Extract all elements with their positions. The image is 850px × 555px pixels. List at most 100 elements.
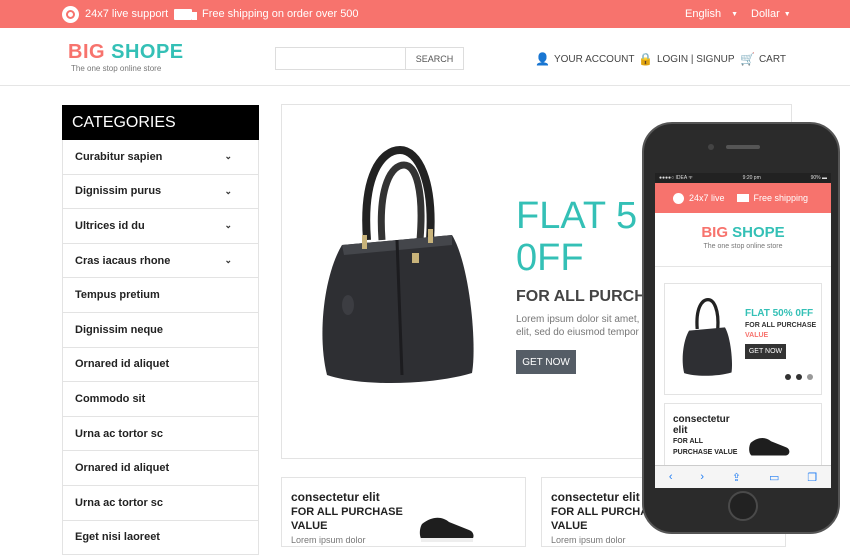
category-item[interactable]: Ornared id aliquet bbox=[62, 347, 259, 383]
phone-screen: ●●●●○ IDEA ᯤ 9:20 pm 90% ▬ 24x7 live Fre… bbox=[655, 173, 831, 488]
phone-mockup: ●●●●○ IDEA ᯤ 9:20 pm 90% ▬ 24x7 live Fre… bbox=[642, 122, 840, 534]
card-title: consectetur elit bbox=[291, 490, 380, 504]
category-label: Dignissim neque bbox=[75, 323, 164, 336]
support-info: 24x7 live support bbox=[62, 0, 168, 28]
mobile-banner: FLAT 50% 0FF FOR ALL PURCHASE VALUE GET … bbox=[664, 283, 822, 395]
cart-link[interactable]: 🛒 CART bbox=[740, 52, 786, 66]
tabs-icon[interactable]: ❐ bbox=[807, 471, 817, 484]
login-label: LOGIN | SIGNUP bbox=[656, 53, 735, 65]
category-label: Ornared id aliquet bbox=[75, 462, 170, 475]
caret-down-icon: ▼ bbox=[731, 10, 739, 18]
category-item[interactable]: Commodo sit bbox=[62, 382, 259, 417]
home-button[interactable] bbox=[728, 491, 758, 521]
shipping-text: Free shipping on order over 500 bbox=[202, 8, 359, 20]
mobile-top-bar: 24x7 live Free shipping bbox=[655, 183, 831, 213]
carousel-dot[interactable] bbox=[807, 374, 813, 380]
header: BIG SHOPE The one stop online store SEAR… bbox=[0, 28, 850, 86]
handbag-image bbox=[682, 298, 733, 376]
category-item[interactable]: Urna ac tortor sc bbox=[62, 416, 259, 452]
chevron-down-icon[interactable]: ⌄ bbox=[224, 151, 232, 162]
mobile-forall-text: FOR ALL PURCHASE VALUE bbox=[745, 322, 817, 339]
promo-card[interactable]: consectetur elit FOR ALL PURCHASE VALUE … bbox=[281, 477, 526, 547]
category-label: Ornared id aliquet bbox=[75, 358, 170, 371]
carousel-dot[interactable] bbox=[796, 374, 802, 380]
support-icon bbox=[673, 192, 684, 204]
caret-down-icon: ▼ bbox=[783, 10, 791, 18]
mobile-logo[interactable]: BIG SHOPE bbox=[655, 224, 831, 241]
browser-toolbar: ‹ › ⇪ ▭ ❐ bbox=[655, 465, 831, 488]
category-label: Urna ac tortor sc bbox=[75, 427, 164, 440]
banner-headline: FLAT 5 0FF bbox=[516, 195, 638, 279]
lock-icon: 🔒 bbox=[638, 52, 653, 66]
category-item[interactable]: Curabitur sapien ⌄ bbox=[62, 140, 259, 175]
chevron-down-icon[interactable]: ⌄ bbox=[224, 255, 232, 266]
category-label: Eget nisi laoreet bbox=[75, 531, 160, 544]
cart-label: CART bbox=[758, 53, 786, 65]
category-item[interactable]: Dignissim purus ⌄ bbox=[62, 174, 259, 210]
mobile-promo-card[interactable]: consectetur elit FOR ALL PURCHASE VALUE bbox=[664, 403, 822, 473]
account-label: YOUR ACCOUNT bbox=[553, 53, 635, 65]
category-item[interactable]: Dignissim neque bbox=[62, 312, 259, 348]
mobile-flat-text: FLAT 50% 0FF bbox=[745, 308, 814, 319]
search-button[interactable]: SEARCH bbox=[405, 47, 464, 70]
mobile-card-title: consectetur elit bbox=[673, 414, 730, 436]
banner-text: Lorem ipsum dolor sit amet, co elit, sed… bbox=[516, 314, 653, 338]
category-item[interactable]: Ultrices id du ⌄ bbox=[62, 209, 259, 244]
login-link[interactable]: 🔒 LOGIN | SIGNUP bbox=[638, 52, 735, 66]
mobile-card-subtitle: FOR ALL PURCHASE VALUE bbox=[673, 438, 738, 456]
user-icon: 👤 bbox=[535, 52, 550, 66]
status-time: 9:20 pm bbox=[742, 175, 761, 181]
forward-icon[interactable]: › bbox=[700, 471, 704, 483]
truck-icon bbox=[174, 8, 197, 20]
card-subtitle: FOR ALL PURCHASE VALUE bbox=[291, 506, 403, 532]
category-item[interactable]: Tempus pretium bbox=[62, 278, 259, 313]
mobile-shipping-text: Free shipping bbox=[753, 193, 809, 203]
carousel-dot[interactable] bbox=[785, 374, 791, 380]
top-bar: 24x7 live support Free shipping on order… bbox=[0, 0, 850, 28]
search-input[interactable] bbox=[275, 47, 406, 70]
divider bbox=[655, 266, 831, 267]
tagline: The one stop online store bbox=[71, 64, 162, 73]
logo-shope: SHOPE bbox=[111, 41, 184, 63]
category-label: Urna ac tortor sc bbox=[75, 496, 164, 509]
bookmarks-icon[interactable]: ▭ bbox=[769, 471, 779, 484]
categories-title: CATEGORIES bbox=[62, 105, 259, 140]
share-icon[interactable]: ⇪ bbox=[732, 471, 741, 484]
category-item[interactable]: Cras iacaus rhone ⌄ bbox=[62, 243, 259, 279]
truck-icon bbox=[736, 194, 749, 202]
category-item[interactable]: Ornared id aliquet bbox=[62, 451, 259, 486]
chevron-down-icon[interactable]: ⌄ bbox=[224, 220, 232, 231]
phone-status-bar: ●●●●○ IDEA ᯤ 9:20 pm 90% ▬ bbox=[655, 173, 831, 183]
card-text: Lorem ipsum dolor bbox=[551, 535, 626, 545]
category-item[interactable]: Eget nisi laoreet bbox=[62, 520, 259, 555]
shoe-image bbox=[749, 438, 790, 456]
support-text: 24x7 live support bbox=[85, 8, 169, 20]
battery-text: 90% ▬ bbox=[810, 175, 827, 181]
chevron-down-icon[interactable]: ⌄ bbox=[224, 186, 232, 197]
currency-select[interactable]: Dollar ▼ bbox=[751, 0, 791, 28]
language-select[interactable]: English ▼ bbox=[685, 0, 738, 28]
category-label: Tempus pretium bbox=[75, 289, 160, 302]
handbag-image bbox=[322, 145, 474, 384]
card-title: consectetur elit bbox=[551, 490, 640, 504]
currency-label: Dollar bbox=[751, 8, 780, 20]
mobile-live-text: 24x7 live bbox=[689, 193, 725, 203]
logo[interactable]: BIG SHOPE bbox=[68, 41, 184, 64]
category-label: Dignissim purus bbox=[75, 185, 162, 198]
logo-big: BIG bbox=[68, 41, 106, 63]
card-text: Lorem ipsum dolor bbox=[291, 535, 366, 545]
mobile-tagline: The one stop online store bbox=[703, 243, 783, 250]
account-link[interactable]: 👤 YOUR ACCOUNT bbox=[535, 52, 635, 66]
cart-icon: 🛒 bbox=[740, 52, 755, 66]
banner-subhead: FOR ALL PURCH bbox=[516, 288, 646, 305]
category-label: Ultrices id du bbox=[75, 219, 145, 232]
support-icon bbox=[62, 5, 79, 23]
back-icon[interactable]: ‹ bbox=[669, 471, 673, 483]
category-label: Commodo sit bbox=[75, 392, 146, 405]
language-label: English bbox=[685, 8, 722, 20]
get-now-button[interactable]: GET NOW bbox=[516, 350, 576, 374]
mobile-get-now-button[interactable]: GET NOW bbox=[745, 344, 786, 359]
speaker-icon bbox=[726, 145, 760, 149]
category-item[interactable]: Urna ac tortor sc bbox=[62, 485, 259, 521]
category-label: Cras iacaus rhone bbox=[75, 254, 171, 267]
